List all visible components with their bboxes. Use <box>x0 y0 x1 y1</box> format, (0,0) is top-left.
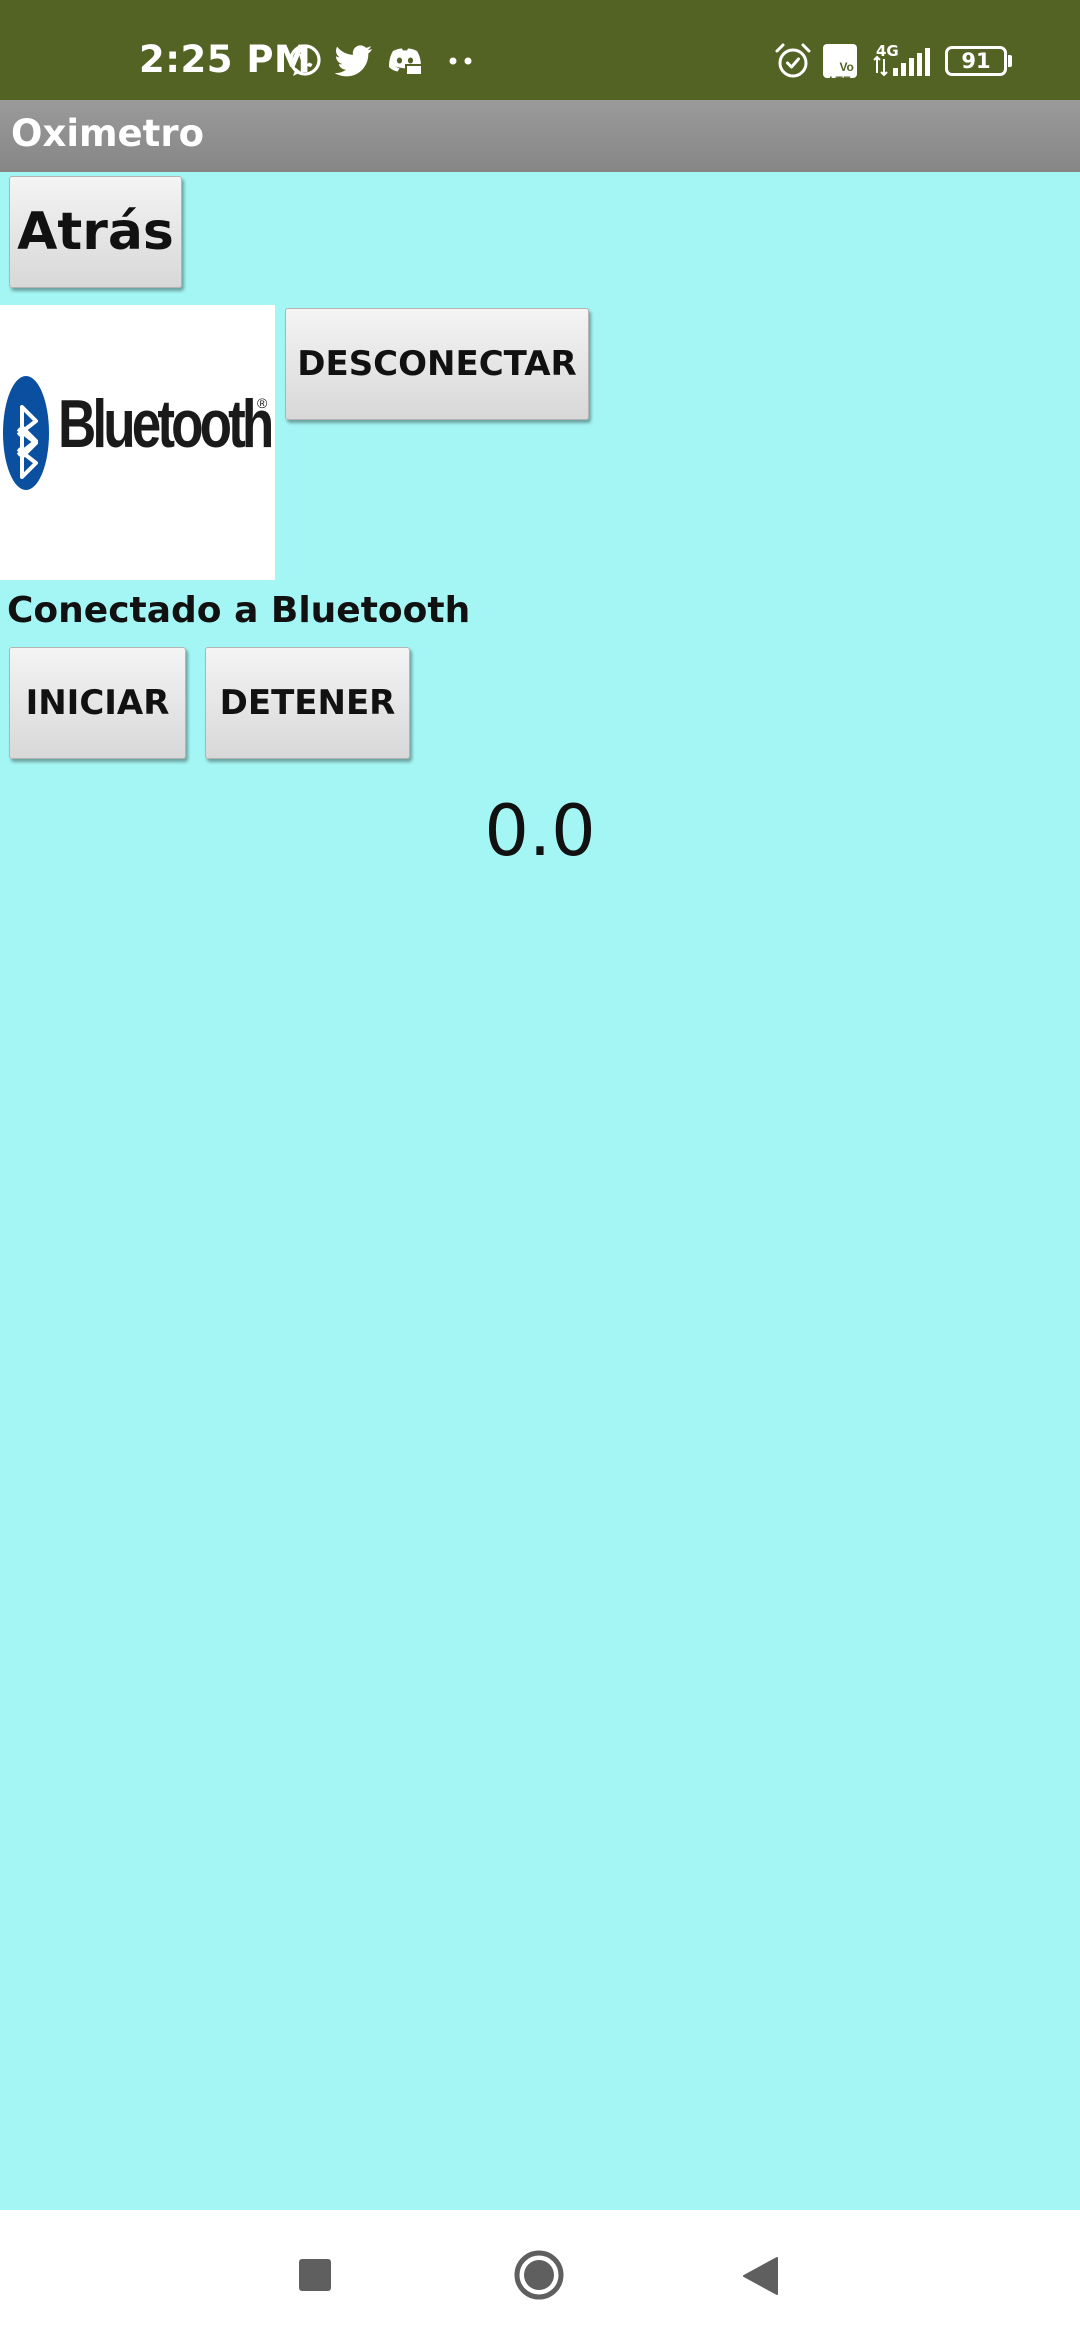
status-bar: 2:25 PM Vo LTE 4G 91 <box>0 0 1080 100</box>
home-icon[interactable] <box>513 2249 565 2301</box>
start-button[interactable]: INICIAR <box>9 647 186 759</box>
navigation-bar <box>0 2210 1080 2340</box>
stop-button-label: DETENER <box>219 683 396 723</box>
disconnect-button[interactable]: DESCONECTAR <box>285 308 589 420</box>
back-icon[interactable] <box>741 2256 779 2296</box>
volte-icon: Vo LTE <box>823 44 857 88</box>
registered-mark: ® <box>257 395 268 411</box>
disconnect-button-label: DESCONECTAR <box>297 344 577 384</box>
app-title-bar: Oximetro <box>0 100 1080 172</box>
more-dots-icon <box>449 57 472 65</box>
alarm-icon <box>775 43 811 78</box>
discord-icon <box>389 48 423 77</box>
battery-tip <box>1008 55 1012 67</box>
oximeter-reading: 0.0 <box>484 790 596 872</box>
signal-icon <box>873 48 930 77</box>
battery-level: 91 <box>961 49 991 73</box>
stop-button[interactable]: DETENER <box>205 647 410 759</box>
back-button-label: Atrás <box>17 202 174 262</box>
bluetooth-logo-text: Bluetooth <box>58 386 274 462</box>
bluetooth-logo-image: Bluetooth ® <box>0 305 275 580</box>
back-button[interactable]: Atrás <box>9 176 182 288</box>
volte-label: Vo LTE <box>829 60 854 88</box>
status-time: 2:25 PM <box>139 38 312 81</box>
recent-apps-icon[interactable] <box>298 2258 332 2292</box>
whatsapp-icon <box>289 44 321 76</box>
twitter-icon <box>335 45 372 77</box>
app-title: Oximetro <box>11 112 205 155</box>
battery-icon: 91 <box>945 46 1007 76</box>
connection-status-label: Conectado a Bluetooth <box>7 590 471 631</box>
start-button-label: INICIAR <box>25 683 170 723</box>
